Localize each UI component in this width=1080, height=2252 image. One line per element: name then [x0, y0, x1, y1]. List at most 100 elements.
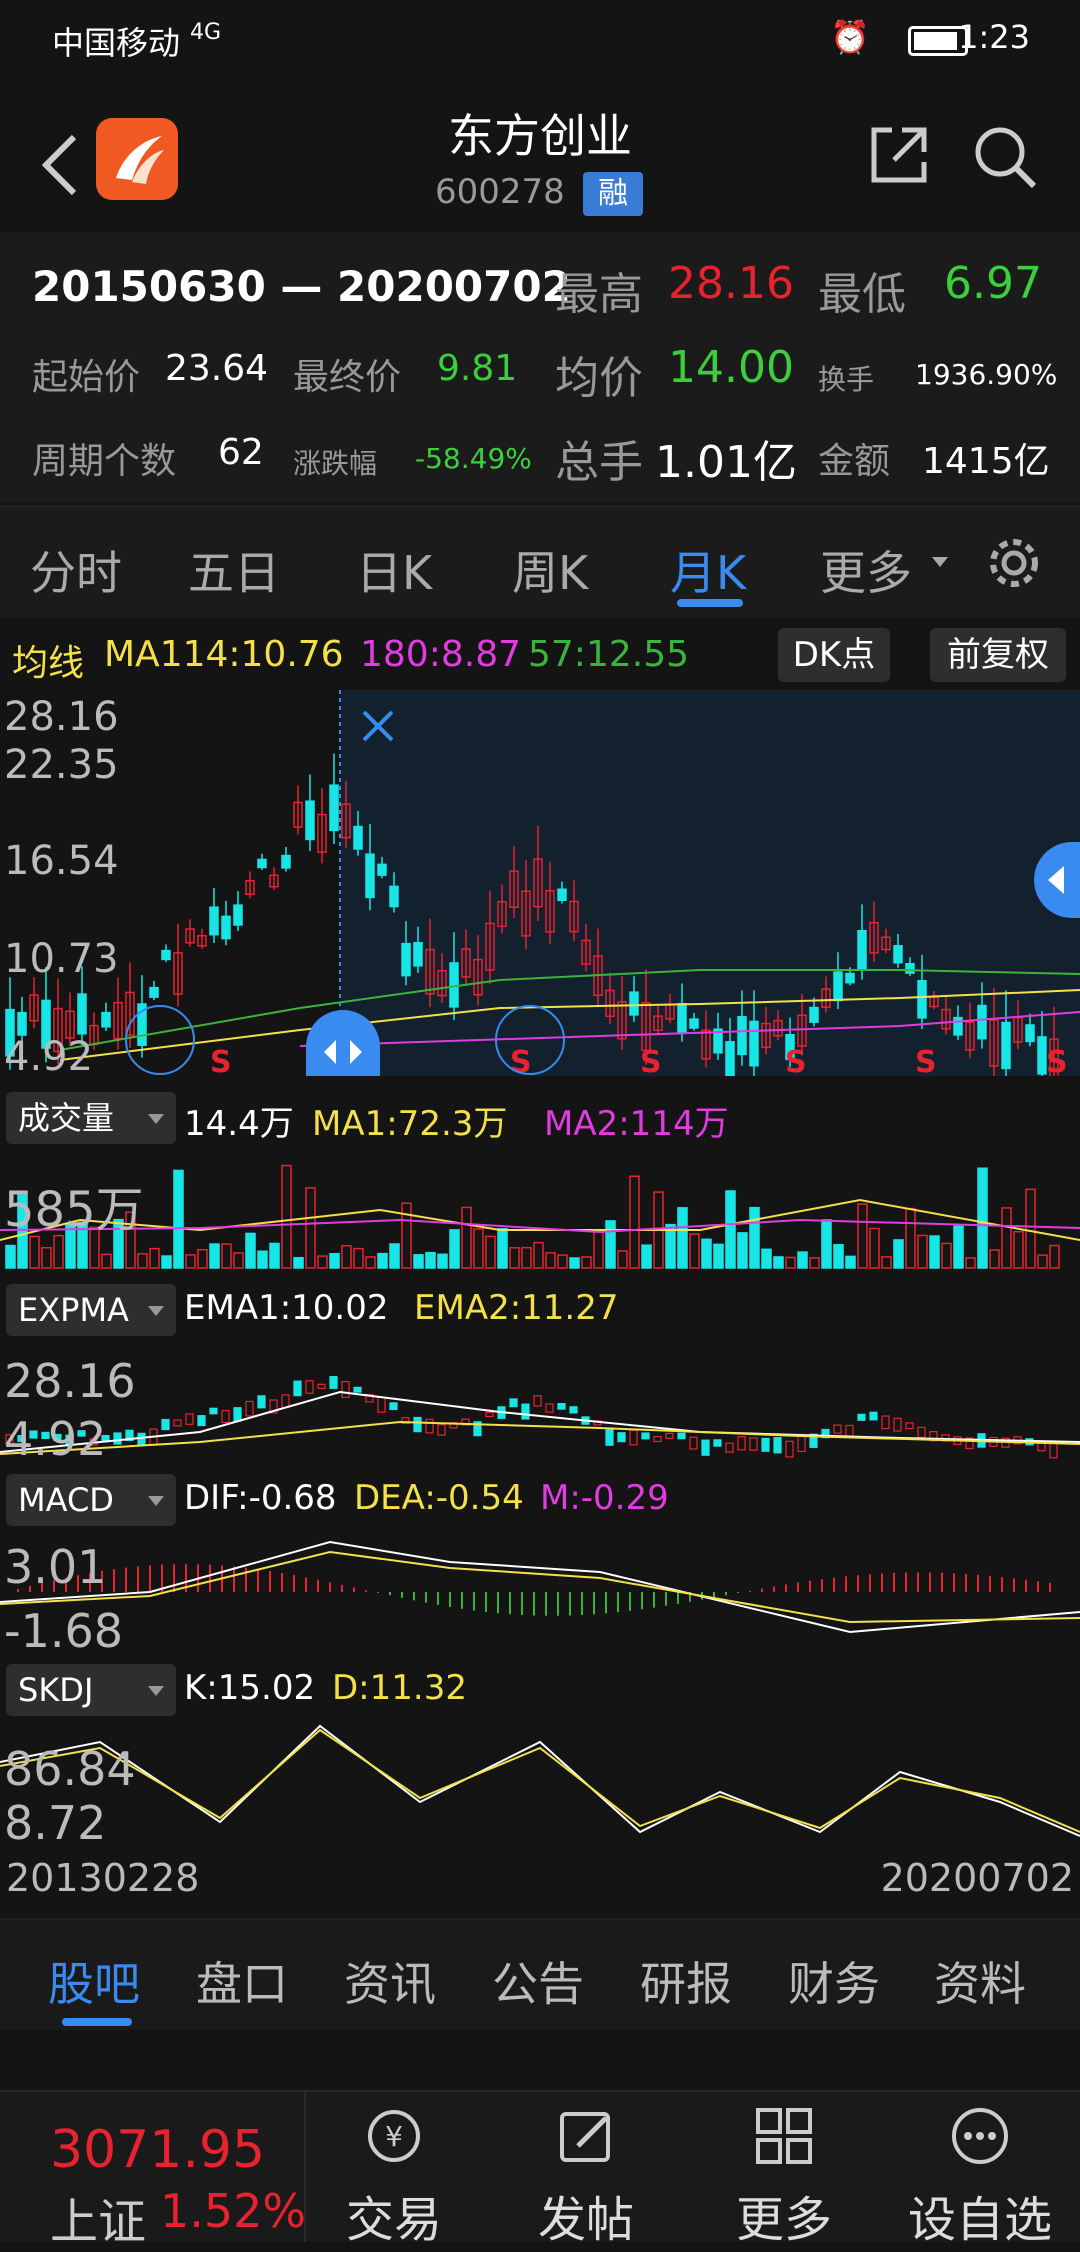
kline-candle	[281, 854, 291, 869]
trade-button[interactable]: ¥ 交易	[304, 2092, 484, 2248]
post-button[interactable]: 发帖	[496, 2092, 676, 2248]
expma-candle	[845, 1424, 854, 1437]
kline-candle	[377, 863, 387, 876]
expma-candle	[521, 1403, 530, 1420]
expma-candle	[389, 1402, 398, 1411]
index-change: 1.52%	[160, 2184, 307, 2238]
skdj-header: SKDJ K:15.02 D:11.32	[0, 1656, 1080, 1722]
content-tabs: 股吧 盘口 资讯 公告 研报 财务 资料	[0, 1918, 1080, 2030]
tab-more[interactable]: 更多	[820, 537, 912, 603]
expma-candle	[197, 1415, 206, 1427]
expma-header: EXPMA EMA1:10.02 EMA2:11.27	[0, 1276, 1080, 1342]
ma1-value: MA114:10.76	[104, 634, 344, 675]
kline-candle	[953, 1016, 963, 1036]
add-watchlist-button[interactable]: 设自选	[890, 2092, 1070, 2248]
skdj-axis-bottom: 8.72	[4, 1796, 107, 1850]
kline-svg: SSSSSS	[5, 690, 1080, 1100]
volume-bar	[197, 1248, 208, 1269]
volume-bar	[665, 1223, 676, 1269]
index-ticker[interactable]: 3071.95 上证 1.52%	[0, 2092, 307, 2250]
tab-daily-k[interactable]: 日K	[356, 537, 432, 603]
volume-bar	[701, 1238, 712, 1269]
tab-research[interactable]: 研报	[640, 1948, 732, 2014]
expma-candle	[737, 1436, 746, 1451]
expma-candle	[701, 1439, 710, 1456]
chevron-down-icon	[148, 1114, 164, 1124]
macd-selector[interactable]: MACD	[6, 1474, 176, 1526]
low-label: 最低	[818, 269, 906, 320]
volume-bar	[809, 1257, 820, 1269]
volume-bar	[449, 1229, 460, 1269]
expma-label: EXPMA	[18, 1291, 129, 1329]
tab-weekly-k[interactable]: 周K	[512, 537, 588, 603]
adjust-button[interactable]: 前复权	[930, 628, 1066, 682]
gear-icon[interactable]	[986, 535, 1042, 591]
kline-candle	[557, 888, 567, 902]
m-value: M:-0.29	[540, 1478, 669, 1518]
more-button[interactable]: 更多	[694, 2092, 874, 2248]
ema1-value: EMA1:10.02	[184, 1288, 389, 1328]
tab-finance[interactable]: 财务	[788, 1948, 880, 2014]
high-label: 最高	[555, 269, 643, 320]
expma-candle	[881, 1415, 890, 1430]
grid-icon	[756, 2108, 812, 2164]
expma-selector[interactable]: EXPMA	[6, 1284, 176, 1336]
volume-bar	[53, 1234, 64, 1269]
volume-bar	[581, 1256, 592, 1269]
kline-candle	[305, 800, 315, 841]
margin-badge: 融	[583, 172, 643, 216]
search-icon[interactable]	[970, 122, 1040, 192]
volume-bar	[1025, 1188, 1036, 1269]
collapse-handle-icon[interactable]	[1034, 842, 1080, 918]
close-value: 9.81	[437, 348, 518, 389]
tab-intraday[interactable]: 分时	[30, 537, 122, 603]
kline-axis-mid3: 10.73	[4, 936, 119, 982]
tab-forum[interactable]: 股吧	[48, 1948, 140, 2014]
drag-handle-icon[interactable]	[306, 1010, 380, 1076]
chevron-down-icon	[148, 1496, 164, 1506]
kline-candle	[725, 1041, 735, 1077]
expma-candle	[437, 1424, 446, 1436]
volume-bar	[821, 1219, 832, 1269]
tab-announcements[interactable]: 公告	[492, 1948, 584, 2014]
volume-bar	[917, 1234, 928, 1269]
kline-chart[interactable]: S S S S S S 28.16 22.35 16.54 10.73 4.92	[0, 690, 1080, 1100]
expma-candle	[785, 1440, 794, 1458]
volume-value: 1.01亿	[655, 437, 797, 488]
avg-value: 14.00	[668, 342, 794, 393]
expma-candle	[857, 1413, 866, 1421]
amount-label: 金额	[818, 441, 891, 482]
volume-selector[interactable]: 成交量	[6, 1092, 176, 1144]
open-label: 起始价	[32, 357, 141, 398]
volume-bar	[221, 1243, 232, 1269]
share-icon[interactable]	[866, 122, 932, 188]
dk-point-button[interactable]: DK点	[778, 628, 890, 682]
close-icon[interactable]	[358, 706, 398, 746]
volume-bar	[617, 1250, 628, 1269]
kline-candle	[857, 930, 867, 970]
skdj-svg	[0, 1724, 1080, 1837]
volume-ma1-line	[0, 1198, 1080, 1241]
kline-candle	[1025, 1024, 1035, 1043]
expma-candle	[329, 1376, 338, 1389]
skdj-selector[interactable]: SKDJ	[6, 1664, 176, 1716]
volume-bar	[1037, 1254, 1048, 1269]
kline-candle	[977, 1004, 987, 1040]
tab-quote[interactable]: 盘口	[196, 1948, 288, 2014]
expma-axis-bottom: 4.92	[4, 1412, 107, 1466]
expma-candle	[293, 1380, 302, 1397]
tab-five-day[interactable]: 五日	[188, 537, 280, 603]
trade-icon: ¥	[368, 2110, 420, 2162]
close-label: 最终价	[293, 357, 402, 398]
expma-candle	[233, 1407, 242, 1422]
kline-candle	[449, 962, 459, 1008]
tab-monthly-k[interactable]: 月K	[670, 537, 746, 603]
tab-profile[interactable]: 资料	[934, 1948, 1026, 2014]
ma2-value: 180:8.87	[360, 634, 521, 675]
expma-candle	[341, 1380, 350, 1398]
tab-news[interactable]: 资讯	[344, 1948, 436, 2014]
skdj-label: SKDJ	[18, 1671, 94, 1709]
volume-bar	[857, 1203, 868, 1269]
volume-bar	[161, 1255, 172, 1269]
kline-candle	[893, 945, 903, 964]
